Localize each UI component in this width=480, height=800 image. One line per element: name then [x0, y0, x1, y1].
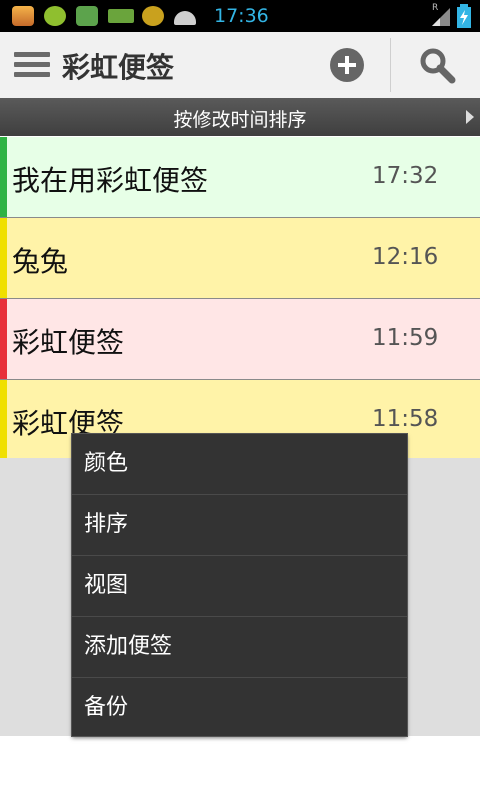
note-item[interactable]: 我在用彩虹便签 17:32 [0, 137, 480, 218]
status-bar: 17:36 R [0, 0, 480, 32]
options-menu: 颜色 排序 视图 添加便签 备份 [72, 434, 407, 736]
charging-battery-icon [457, 4, 471, 28]
action-divider [390, 38, 391, 92]
note-title: 我在用彩虹便签 [12, 164, 209, 197]
menu-item-color[interactable]: 颜色 [72, 434, 407, 495]
menu-item-view[interactable]: 视图 [72, 556, 407, 617]
note-list: 我在用彩虹便签 17:32 兔兔 12:16 彩虹便签 11:59 彩虹便签 1… [0, 137, 480, 461]
note-color-bar [0, 380, 7, 460]
clock: 17:36 [214, 5, 269, 27]
action-bar: 彩虹便签 [0, 32, 480, 99]
android-head-icon [174, 11, 196, 25]
note-color-bar [0, 299, 7, 379]
menu-icon[interactable] [14, 52, 50, 78]
bug-icon [76, 6, 98, 26]
sort-label: 按修改时间排序 [173, 109, 307, 131]
note-color-bar [0, 218, 7, 298]
chevron-right-icon [466, 110, 474, 124]
menu-item-add-note[interactable]: 添加便签 [72, 617, 407, 678]
app-title: 彩虹便签 [62, 51, 175, 84]
note-time: 11:58 [372, 406, 439, 432]
android-logo-icon [142, 6, 164, 26]
menu-item-backup[interactable]: 备份 [72, 678, 407, 736]
note-time: 11:59 [372, 325, 439, 351]
search-icon[interactable] [418, 46, 456, 84]
note-time: 12:16 [372, 244, 439, 270]
note-item[interactable]: 彩虹便签 11:59 [0, 299, 480, 380]
cat-icon [44, 6, 66, 26]
menu-item-sort[interactable]: 排序 [72, 495, 407, 556]
sort-bar[interactable]: 按修改时间排序 [0, 98, 480, 136]
note-item[interactable]: 兔兔 12:16 [0, 218, 480, 299]
note-color-bar [0, 137, 7, 217]
note-time: 17:32 [372, 163, 439, 189]
note-title: 彩虹便签 [12, 326, 125, 359]
app-icon [12, 6, 34, 26]
signal-icon [432, 8, 450, 26]
note-title: 兔兔 [12, 245, 69, 278]
battery-saver-icon [108, 9, 134, 23]
add-icon[interactable] [330, 48, 364, 82]
